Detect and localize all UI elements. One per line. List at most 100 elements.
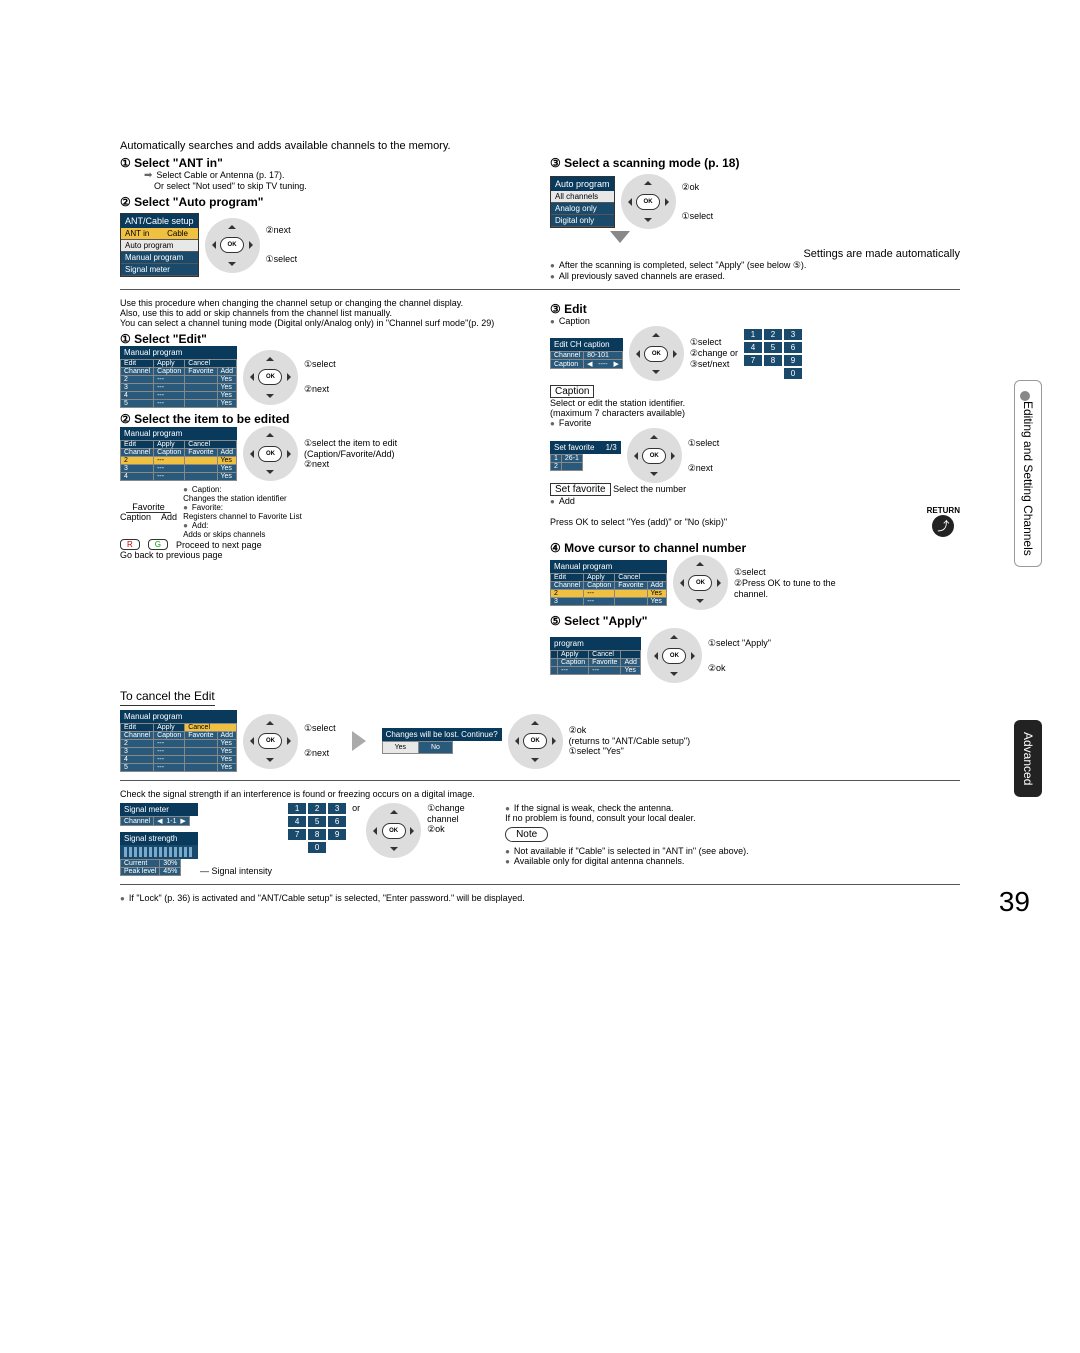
settings-auto-text: Settings are made automatically — [550, 248, 960, 260]
nav-pad[interactable] — [627, 428, 682, 483]
key-0[interactable]: 0 — [308, 842, 326, 853]
caption-desc: Changes the station identifier — [183, 494, 287, 503]
intro-text: Automatically searches and adds availabl… — [120, 140, 960, 152]
nav-pad[interactable] — [205, 218, 260, 273]
key-7[interactable]: 7 — [288, 829, 306, 840]
key-5[interactable]: 5 — [764, 342, 782, 353]
col-edit: Edit — [121, 360, 154, 368]
key-8[interactable]: 8 — [764, 355, 782, 366]
menu-signal-meter: Signal meter — [121, 264, 198, 276]
caption-desc2b: (maximum 7 characters available) — [550, 408, 685, 418]
manual-program-table-2: Manual program EditApplyCancel ChannelCa… — [120, 427, 237, 481]
col-apply: Apply — [154, 724, 185, 732]
cell-yes: Yes — [217, 740, 236, 748]
col-edit: Edit — [121, 724, 154, 732]
add-bullet: Add — [550, 496, 960, 506]
confirm-dialog: Changes will be lost. Continue? YesNo — [382, 728, 502, 754]
nav-pad[interactable] — [621, 174, 676, 229]
nav-select-label: ①select — [266, 254, 298, 265]
dialog-no[interactable]: No — [419, 742, 453, 754]
sf-row1-val: 26-1 — [561, 454, 582, 462]
col-channel: Channel — [121, 732, 154, 740]
step3-title: ③ Select a scanning mode (p. 18) — [550, 156, 960, 170]
col-channel: Channel — [551, 581, 584, 589]
col-add: Add — [621, 658, 640, 666]
col-apply: Apply — [584, 573, 615, 581]
ec-channel: Channel — [551, 352, 584, 360]
col-favorite: Favorite — [589, 658, 621, 666]
arrow-right-icon — [352, 731, 366, 751]
key-4[interactable]: 4 — [744, 342, 762, 353]
nav-pad[interactable] — [673, 555, 728, 610]
key-7[interactable]: 7 — [744, 355, 762, 366]
key-0[interactable]: 0 — [784, 368, 802, 379]
col-caption: Caption — [154, 732, 185, 740]
red-button[interactable]: R — [120, 539, 140, 550]
return-button[interactable] — [932, 515, 954, 537]
col-add: Add — [217, 368, 236, 376]
nav-ok-label: ②ok — [682, 182, 714, 193]
key-3[interactable]: 3 — [328, 803, 346, 814]
cell-yes: Yes — [217, 464, 236, 472]
nav-next-label: ②next — [266, 225, 298, 236]
key-8[interactable]: 8 — [308, 829, 326, 840]
key-2[interactable]: 2 — [764, 329, 782, 340]
key-4[interactable]: 4 — [288, 816, 306, 827]
col-favorite: Favorite — [185, 368, 217, 376]
cancel-edit-table: Manual program EditApplyCancel ChannelCa… — [120, 710, 237, 772]
side-tab-editing: Editing and Setting Channels — [1014, 380, 1042, 567]
col-cancel: Cancel — [185, 360, 237, 368]
set-fav-page: 1/3 — [606, 443, 617, 452]
manual-program-header: Manual program — [120, 710, 237, 723]
cell-yes: Yes — [647, 597, 666, 605]
set-fav-header: Set favorite — [554, 443, 594, 452]
signal-intro: Check the signal strength if an interfer… — [120, 789, 960, 799]
key-9[interactable]: 9 — [328, 829, 346, 840]
nav-pad[interactable] — [366, 803, 421, 858]
nav-set-next: ③set/next — [690, 359, 738, 370]
key-9[interactable]: 9 — [784, 355, 802, 366]
nav-pad[interactable] — [243, 426, 298, 481]
nav-pad[interactable] — [508, 714, 563, 769]
sm-current: Current — [121, 860, 160, 868]
nav-next-label: ②next — [304, 384, 336, 395]
nav-pad[interactable] — [647, 628, 702, 683]
key-6[interactable]: 6 — [328, 816, 346, 827]
nav-select-item: ①select the item to edit (Caption/Favori… — [304, 438, 414, 459]
program-apply-table: program ApplyCancel CaptionFavoriteAdd -… — [550, 637, 641, 675]
key-2[interactable]: 2 — [308, 803, 326, 814]
col-caption: Caption — [558, 658, 589, 666]
cell-yes: Yes — [217, 748, 236, 756]
green-button[interactable]: G — [148, 539, 168, 550]
nav-pad[interactable] — [629, 326, 684, 381]
key-6[interactable]: 6 — [784, 342, 802, 353]
cell-yes: Yes — [647, 589, 666, 597]
cell-yes: Yes — [217, 456, 236, 464]
signal-intensity-label: Signal intensity — [212, 866, 273, 876]
nav-returns-to: (returns to "ANT/Cable setup") — [569, 736, 690, 746]
key-1[interactable]: 1 — [744, 329, 762, 340]
col-caption: Caption — [584, 581, 615, 589]
key-5[interactable]: 5 — [308, 816, 326, 827]
key-3[interactable]: 3 — [784, 329, 802, 340]
sm-strength: Signal strength — [120, 832, 198, 845]
sf-row2: 2 — [551, 462, 562, 470]
nav-pad[interactable] — [243, 350, 298, 405]
cell-yes: Yes — [217, 384, 236, 392]
dialog-yes[interactable]: Yes — [382, 742, 418, 754]
edit-caption-header: Edit CH caption — [550, 338, 623, 351]
go-back-text: Go back to previous page — [120, 550, 530, 560]
manual-intro-1: Use this procedure when changing the cha… — [120, 298, 530, 308]
numeric-keypad[interactable]: 123 456 789 0 — [288, 803, 346, 853]
col-favorite: Favorite — [615, 581, 647, 589]
sig-bullet-1b: If no problem is found, consult your loc… — [505, 813, 696, 823]
key-1[interactable]: 1 — [288, 803, 306, 814]
favorite-head: Favorite: — [192, 503, 223, 512]
nav-pad[interactable] — [243, 714, 298, 769]
nav-select-label: ①select — [304, 359, 336, 370]
cell-yes: Yes — [217, 392, 236, 400]
col-add: Add — [217, 732, 236, 740]
numeric-keypad[interactable]: 123 456 789 0 — [744, 329, 802, 379]
col-caption: Caption — [154, 368, 185, 376]
bullet-erased: All previously saved channels are erased… — [550, 271, 960, 281]
